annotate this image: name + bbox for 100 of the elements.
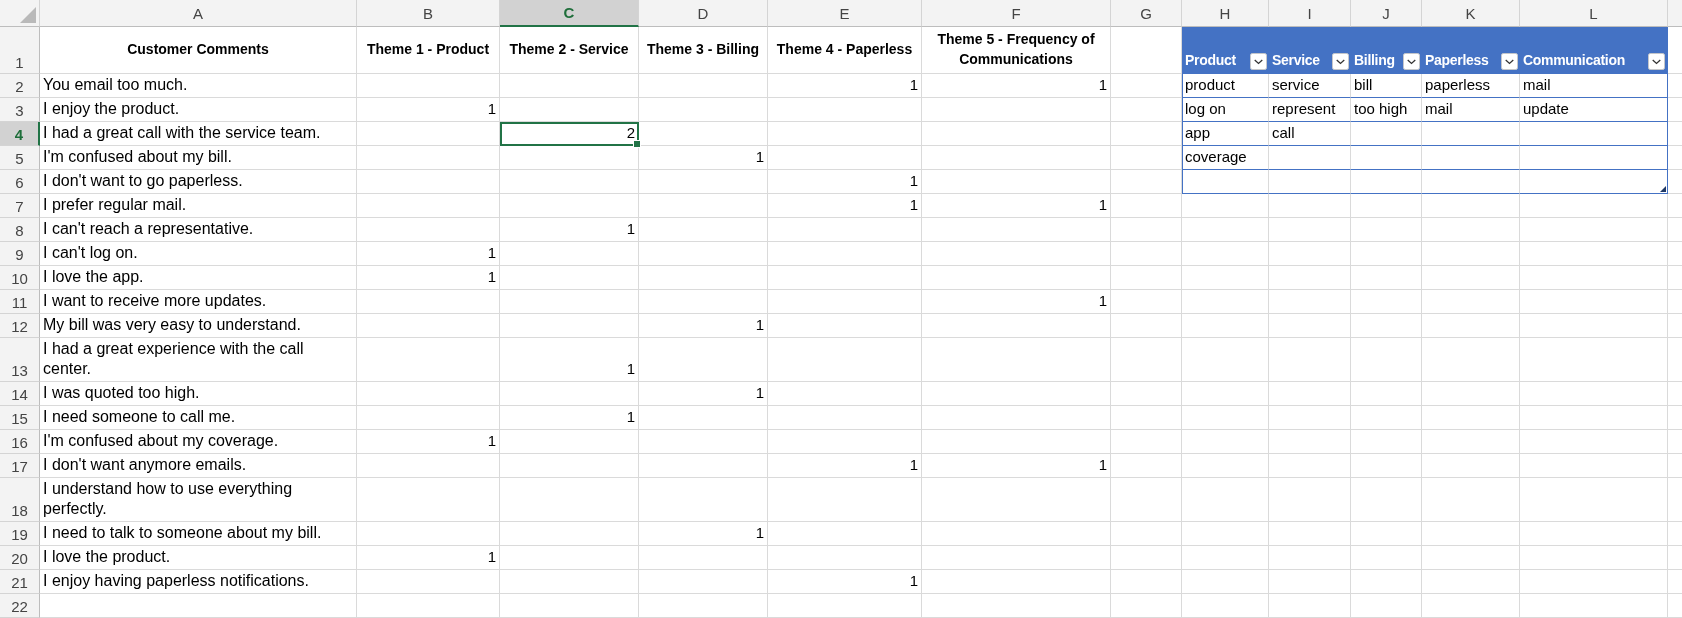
row-header[interactable]: 21 [0, 570, 40, 594]
row-header[interactable]: 15 [0, 406, 40, 430]
table-header-label: Billing [1354, 51, 1395, 70]
empty-cell [1351, 314, 1422, 338]
count-cell: 1 [922, 290, 1111, 314]
column-header[interactable]: K [1422, 0, 1520, 27]
empty-cell [1351, 454, 1422, 478]
column-header[interactable]: A [40, 0, 357, 27]
empty-cell [1111, 266, 1182, 290]
count-cell: 1 [357, 266, 500, 290]
empty-cell [1351, 478, 1422, 522]
empty-cell [1111, 218, 1182, 242]
column-header[interactable]: G [1111, 0, 1182, 27]
table-cell: update [1520, 98, 1668, 122]
empty-cell [1111, 122, 1182, 146]
comment-cell: I need to talk to someone about my bill. [40, 522, 357, 546]
count-cell: 1 [357, 430, 500, 454]
count-cell: 1 [922, 194, 1111, 218]
row-header[interactable]: 22 [0, 594, 40, 618]
row-header[interactable]: 1 [0, 27, 40, 74]
count-cell: 1 [768, 74, 922, 98]
column-header[interactable]: B [357, 0, 500, 27]
empty-cell [1351, 122, 1422, 146]
row-header[interactable]: 11 [0, 290, 40, 314]
row-header[interactable]: 17 [0, 454, 40, 478]
comment-cell: I'm confused about my coverage. [40, 430, 357, 454]
row-header[interactable]: 8 [0, 218, 40, 242]
column-header[interactable]: L [1520, 0, 1668, 27]
empty-cell [1111, 314, 1182, 338]
column-heading-cell: Customer Comments [40, 27, 357, 74]
table-cell: bill [1351, 74, 1422, 98]
table-cell: log on [1182, 98, 1269, 122]
row-header[interactable]: 16 [0, 430, 40, 454]
fill-handle-icon[interactable] [633, 140, 641, 148]
filter-dropdown-icon[interactable] [1250, 53, 1267, 70]
comment-cell: I had a great call with the service team. [40, 122, 357, 146]
row-header[interactable]: 13 [0, 338, 40, 382]
column-header[interactable]: F [922, 0, 1111, 27]
count-cell: 1 [768, 194, 922, 218]
column-heading-cell: Theme 3 - Billing [639, 27, 768, 74]
row-header[interactable]: 7 [0, 194, 40, 218]
row-header[interactable]: 5 [0, 146, 40, 170]
count-cell: 1 [922, 454, 1111, 478]
column-header[interactable]: I [1269, 0, 1351, 27]
empty-cell [1111, 338, 1182, 382]
count-cell: 1 [500, 338, 639, 382]
table-header-label: Product [1185, 51, 1236, 70]
comment-cell: I was quoted too high. [40, 382, 357, 406]
row-header[interactable]: 19 [0, 522, 40, 546]
empty-cell [1111, 430, 1182, 454]
comment-cell: I understand how to use everything perfectly. [40, 478, 357, 522]
table-resize-handle-icon[interactable] [1660, 186, 1666, 192]
empty-cell [1351, 406, 1422, 430]
column-header[interactable]: C [500, 0, 639, 27]
column-header[interactable]: H [1182, 0, 1269, 27]
empty-cell [1111, 570, 1182, 594]
filter-dropdown-icon[interactable] [1332, 53, 1349, 70]
row-header[interactable]: 10 [0, 266, 40, 290]
count-cell: 1 [639, 314, 768, 338]
table-cell: mail [1422, 98, 1520, 122]
filter-dropdown-icon[interactable] [1403, 53, 1420, 70]
comment-cell: I enjoy having paperless notifications. [40, 570, 357, 594]
row-header[interactable]: 9 [0, 242, 40, 266]
count-cell: 1 [922, 74, 1111, 98]
column-header[interactable]: D [639, 0, 768, 27]
empty-cell [1351, 382, 1422, 406]
comment-cell: You email too much. [40, 74, 357, 98]
row-header[interactable]: 18 [0, 478, 40, 522]
count-cell: 1 [500, 218, 639, 242]
empty-cell [1351, 338, 1422, 382]
column-header[interactable]: J [1351, 0, 1422, 27]
filter-dropdown-icon[interactable] [1648, 53, 1665, 70]
empty-cell [1351, 430, 1422, 454]
row-header[interactable]: 4 [0, 122, 40, 146]
empty-cell [1111, 406, 1182, 430]
count-cell: 1 [639, 382, 768, 406]
empty-cell [1351, 146, 1422, 170]
count-cell: 1 [357, 242, 500, 266]
table-cell: mail [1520, 74, 1668, 98]
count-cell: 1 [500, 406, 639, 430]
count-cell: 1 [768, 454, 922, 478]
row-header[interactable]: 2 [0, 74, 40, 98]
row-header[interactable]: 14 [0, 382, 40, 406]
comment-cell: I need someone to call me. [40, 406, 357, 430]
filter-dropdown-icon[interactable] [1501, 53, 1518, 70]
table-header-label: Paperless [1425, 51, 1489, 70]
row-header[interactable]: 20 [0, 546, 40, 570]
empty-cell [1111, 478, 1182, 522]
table-cell: app [1182, 122, 1269, 146]
empty-cell [1111, 242, 1182, 266]
empty-cell [1351, 242, 1422, 266]
row-header[interactable]: 12 [0, 314, 40, 338]
row-header[interactable]: 3 [0, 98, 40, 122]
table-cell: too high [1351, 98, 1422, 122]
empty-cell [1111, 170, 1182, 194]
empty-cell [1351, 290, 1422, 314]
row-header[interactable]: 6 [0, 170, 40, 194]
column-header[interactable]: E [768, 0, 922, 27]
table-cell: service [1269, 74, 1351, 98]
empty-cell [1111, 382, 1182, 406]
